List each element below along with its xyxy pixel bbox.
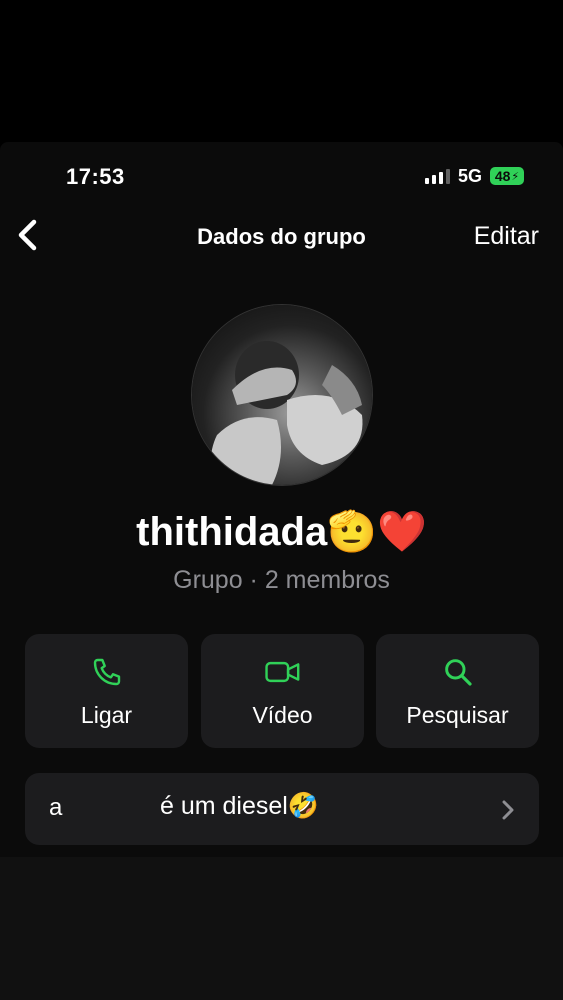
- search-icon: [444, 659, 472, 686]
- phone-icon: [93, 658, 120, 686]
- battery-level: 48: [494, 168, 511, 184]
- status-indicators: 5G 48 ⚡: [424, 164, 524, 188]
- call-button[interactable]: Ligar: [25, 634, 188, 748]
- call-label: Ligar: [80, 702, 133, 728]
- edit-button[interactable]: Editar: [474, 222, 539, 251]
- group-description-row[interactable]: a é um diesel🤣: [25, 773, 539, 845]
- group-avatar[interactable]: [192, 305, 372, 485]
- signal-icon: [424, 168, 450, 184]
- description-prefix: a: [49, 794, 63, 821]
- status-time: 17:53: [66, 164, 125, 189]
- avatar-photo: [210, 341, 363, 485]
- search-button[interactable]: Pesquisar: [376, 634, 539, 748]
- group-name: thithidada🫡❤️: [136, 510, 427, 554]
- network-type: 5G: [457, 165, 482, 186]
- group-description: é um diesel🤣: [160, 792, 319, 820]
- chevron-right-icon: [502, 800, 514, 820]
- group-info-screen: 17:53 5G 48 ⚡ Dados do grupo Editar thith…: [0, 142, 563, 1000]
- battery-icon: 48 ⚡: [490, 167, 524, 185]
- group-subtitle: Grupo · 2 membros: [173, 566, 390, 594]
- video-icon: [264, 661, 299, 683]
- search-label: Pesquisar: [406, 702, 509, 728]
- video-button[interactable]: Vídeo: [201, 634, 364, 748]
- video-label: Vídeo: [252, 702, 313, 728]
- lower-content-area: [0, 857, 563, 1000]
